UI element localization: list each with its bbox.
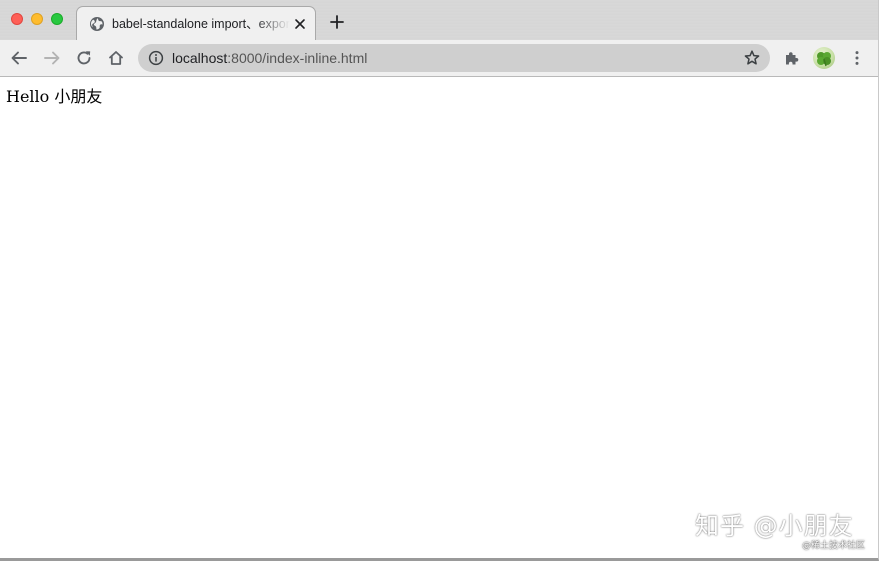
url-path: :8000/index-inline.html [227, 50, 368, 66]
browser-window: babel-standalone import、export localhost… [0, 0, 879, 561]
watermark-zhihu: 知乎 @小朋友 [695, 512, 854, 540]
close-icon[interactable] [292, 16, 308, 32]
puzzle-icon[interactable] [783, 49, 801, 67]
tab-strip: babel-standalone import、export [0, 0, 878, 40]
zoom-window-button[interactable] [51, 13, 63, 25]
browser-toolbar: localhost:8000/index-inline.html [0, 40, 878, 77]
info-icon[interactable] [148, 50, 164, 66]
tab-title: babel-standalone import、export [112, 17, 290, 31]
profile-avatar[interactable] [813, 47, 835, 69]
reload-icon[interactable] [75, 49, 93, 67]
browser-tab[interactable]: babel-standalone import、export [76, 6, 316, 40]
close-window-button[interactable] [11, 13, 23, 25]
page-viewport: Hello 小朋友 知乎 @小朋友 @稀土技术社区 [0, 77, 878, 558]
minimize-window-button[interactable] [31, 13, 43, 25]
arrow-left-icon[interactable] [10, 49, 28, 67]
page-text: Hello 小朋友 [6, 87, 103, 106]
address-bar[interactable]: localhost:8000/index-inline.html [138, 44, 770, 72]
new-tab-plus-icon[interactable] [329, 14, 345, 30]
arrow-right-icon[interactable] [43, 49, 61, 67]
star-icon[interactable] [743, 49, 761, 67]
url-text[interactable]: localhost:8000/index-inline.html [172, 50, 367, 66]
home-icon[interactable] [107, 49, 125, 67]
watermark-juejin: @稀土技术社区 [802, 541, 866, 551]
globe-icon [89, 16, 105, 32]
kebab-menu-icon[interactable] [848, 49, 866, 67]
url-host: localhost [172, 50, 228, 66]
